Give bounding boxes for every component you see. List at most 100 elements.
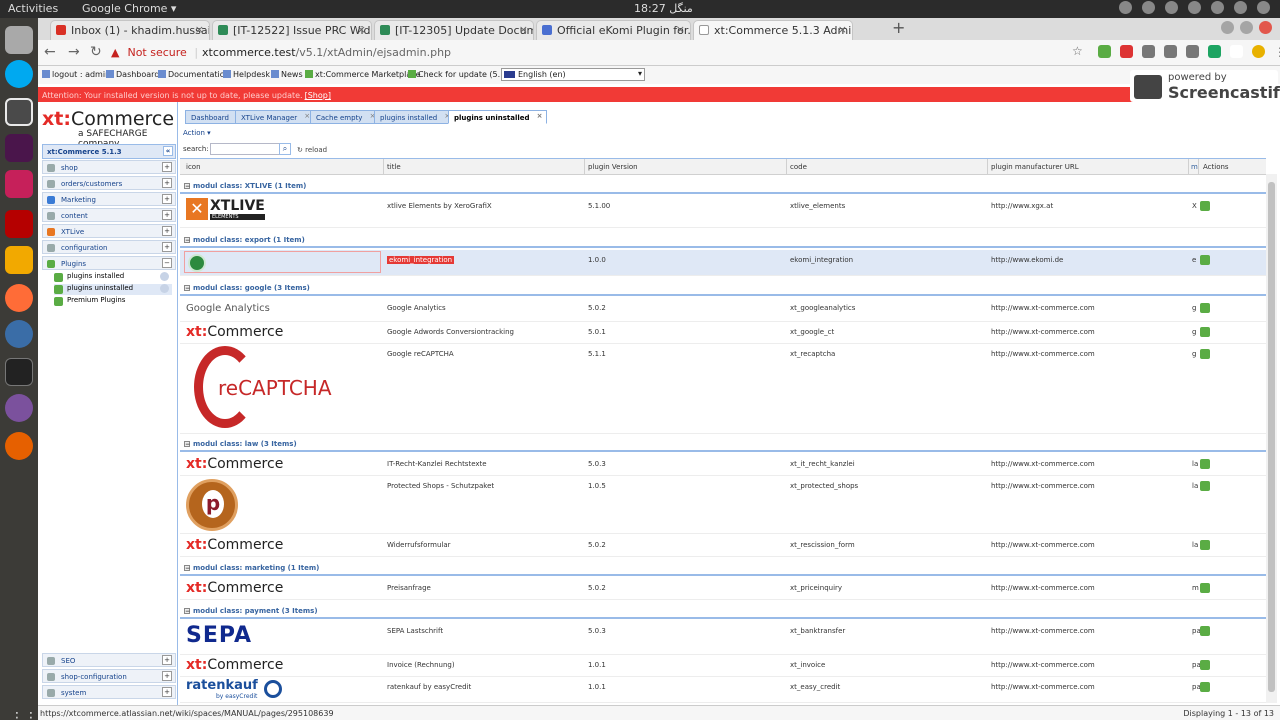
chrome-tray-icon[interactable] (1142, 1, 1155, 14)
bookmark-star-icon[interactable]: ☆ (1072, 44, 1083, 58)
tab-jira-12522[interactable]: [IT-12522] Issue PRC Widget× (212, 20, 372, 40)
reload-button[interactable]: ↻ reload (297, 146, 327, 154)
extension-icon[interactable] (1186, 45, 1199, 58)
maximize-icon[interactable] (1240, 21, 1253, 34)
tab-plugins-installed[interactable]: plugins installed× (374, 110, 455, 124)
skype-tray-icon[interactable] (1165, 1, 1178, 14)
group-header[interactable]: − modul class: marketing (1 Item) (180, 560, 1266, 576)
menu-dots-icon[interactable]: ⋮ (1274, 45, 1280, 59)
table-row[interactable]: xt:Commerce IT-Recht-Kanzlei Rechtstexte… (180, 454, 1266, 476)
group-header[interactable]: − modul class: law (3 Items) (180, 436, 1266, 452)
check-update-link[interactable]: Check for update (5.1.3) (408, 70, 516, 79)
scrollbar-thumb[interactable] (1268, 182, 1275, 692)
thunderbird-icon[interactable] (5, 320, 33, 348)
cell-title[interactable]: ekomi_integration (387, 256, 455, 264)
helpdesk-link[interactable]: Helpdesk (223, 70, 270, 79)
documentation-link[interactable]: Documentation (158, 70, 230, 79)
group-header[interactable]: − modul class: XTLIVE (1 Item) (180, 178, 1266, 194)
collapse-icon[interactable]: « (163, 146, 173, 156)
expand-icon[interactable]: + (162, 194, 172, 204)
collapse-icon[interactable]: − (184, 183, 190, 190)
table-row[interactable]: ratenkauf by easyCredit ratenkauf by easy… (180, 677, 1266, 703)
reload-icon[interactable]: ↻ (90, 44, 102, 60)
close-icon[interactable]: × (519, 23, 528, 36)
expand-icon[interactable]: + (162, 210, 172, 220)
collapse-icon[interactable]: − (184, 565, 190, 572)
profile-avatar[interactable] (1252, 45, 1265, 58)
sidebar-item-system[interactable]: system + (42, 685, 176, 699)
files-icon[interactable] (5, 26, 33, 54)
sidebar-item-marketing[interactable]: Marketing + (42, 192, 176, 206)
minimize-icon[interactable] (1221, 21, 1234, 34)
shop-link[interactable]: [Shop] (305, 91, 331, 100)
install-plugin-icon[interactable] (1200, 459, 1210, 469)
url-field[interactable]: ▲ Not secure | xtcommerce.test/v5.1/xtAdmi… (111, 43, 1091, 63)
news-link[interactable]: News (271, 70, 303, 79)
close-icon[interactable]: × (357, 23, 366, 36)
tab-jira-12305[interactable]: [IT-12305] Update Docum... × (374, 20, 534, 40)
dashboard-link[interactable]: Dashboard (106, 70, 159, 79)
chrome-icon[interactable] (5, 98, 33, 126)
table-row[interactable]: xt:Commerce Google Adwords Conversiontra… (180, 322, 1266, 344)
expand-icon[interactable]: + (162, 226, 172, 236)
extension-icon[interactable] (1120, 45, 1133, 58)
activities-button[interactable]: Activities (8, 2, 58, 15)
install-plugin-icon[interactable] (1200, 327, 1210, 337)
group-header[interactable]: − modul class: payment (3 Items) (180, 603, 1266, 619)
network-icon[interactable] (1211, 1, 1224, 14)
table-row[interactable]: xt:Commerce Preisanfrage 5.0.2 xt_pricei… (180, 578, 1266, 600)
table-row[interactable]: xt:Commerce Widerrufsformular 5.0.2 xt_r… (180, 535, 1266, 557)
extension-icon[interactable] (1164, 45, 1177, 58)
install-plugin-icon[interactable] (1200, 349, 1210, 359)
volume-icon[interactable] (1234, 1, 1247, 14)
show-apps-icon[interactable]: ⋮⋮ (10, 710, 38, 720)
install-plugin-icon[interactable] (1200, 583, 1210, 593)
new-tab-button[interactable]: + (892, 18, 905, 37)
tab-cache-empty[interactable]: Cache empty × (310, 110, 380, 124)
action-menu[interactable]: Action ▾ (183, 129, 211, 137)
forward-icon[interactable]: → (68, 44, 80, 60)
table-row[interactable]: xt:Commerce Invoice (Rechnung) 1.0.1 xt_… (180, 655, 1266, 677)
install-plugin-icon[interactable] (1200, 682, 1210, 692)
close-icon[interactable]: × (537, 112, 543, 120)
close-icon[interactable]: × (676, 23, 685, 36)
install-plugin-icon[interactable] (1200, 626, 1210, 636)
system-tray[interactable] (1119, 1, 1270, 14)
filezilla-icon[interactable] (5, 210, 33, 238)
group-header[interactable]: − modul class: google (3 Items) (180, 280, 1266, 296)
slack-tray-icon[interactable] (1188, 1, 1201, 14)
language-select[interactable]: English (en) ▾ (501, 68, 645, 81)
sublime-icon[interactable] (5, 246, 33, 274)
grid-scrollbar[interactable] (1266, 174, 1277, 703)
terminal-icon[interactable] (5, 358, 33, 386)
close-icon[interactable]: × (838, 23, 847, 36)
sidebar-item-configuration[interactable]: configuration + (42, 240, 176, 254)
expand-icon[interactable]: + (162, 242, 172, 252)
column-version[interactable]: plugin Version (588, 163, 638, 171)
table-row[interactable]: ✕ XTLIVE ELEMENTS xtlive Elements by XeroG… (180, 196, 1266, 228)
column-url[interactable]: plugin manufacturer URL (991, 163, 1079, 171)
expand-icon[interactable]: + (162, 178, 172, 188)
search-input[interactable] (210, 143, 280, 155)
extension-icon[interactable] (1142, 45, 1155, 58)
sidebar-item-plugins-installed[interactable]: plugins installed (54, 272, 172, 283)
expand-icon[interactable]: + (162, 687, 172, 697)
expand-icon[interactable]: + (162, 671, 172, 681)
extension-icon[interactable] (1098, 45, 1111, 58)
table-row[interactable]: ekomi_integration 1.0.0 ekomi_integratio… (180, 250, 1266, 276)
sidebar-item-orders[interactable]: orders/customers + (42, 176, 176, 190)
collapse-icon[interactable]: − (162, 258, 172, 268)
brand-logo[interactable]: xt:Commerce (42, 108, 174, 130)
sidebar-item-shop-configuration[interactable]: shop-configuration + (42, 669, 176, 683)
table-row[interactable]: SEPA SEPA Lastschrift 5.0.3 xt_banktrans… (180, 621, 1266, 655)
group-header[interactable]: − modul class: export (1 Item) (180, 232, 1266, 248)
marketplace-link[interactable]: xt:Commerce Marketplace (305, 70, 421, 79)
tab-xtlive-manager[interactable]: XTLive Manager × (235, 110, 315, 124)
close-window-icon[interactable] (1259, 21, 1272, 34)
column-title[interactable]: title (387, 163, 401, 171)
postman-icon[interactable] (5, 284, 33, 312)
expand-icon[interactable]: + (162, 655, 172, 665)
back-icon[interactable]: ← (44, 44, 56, 60)
column-code[interactable]: code (790, 163, 807, 171)
close-icon[interactable]: × (195, 23, 204, 36)
